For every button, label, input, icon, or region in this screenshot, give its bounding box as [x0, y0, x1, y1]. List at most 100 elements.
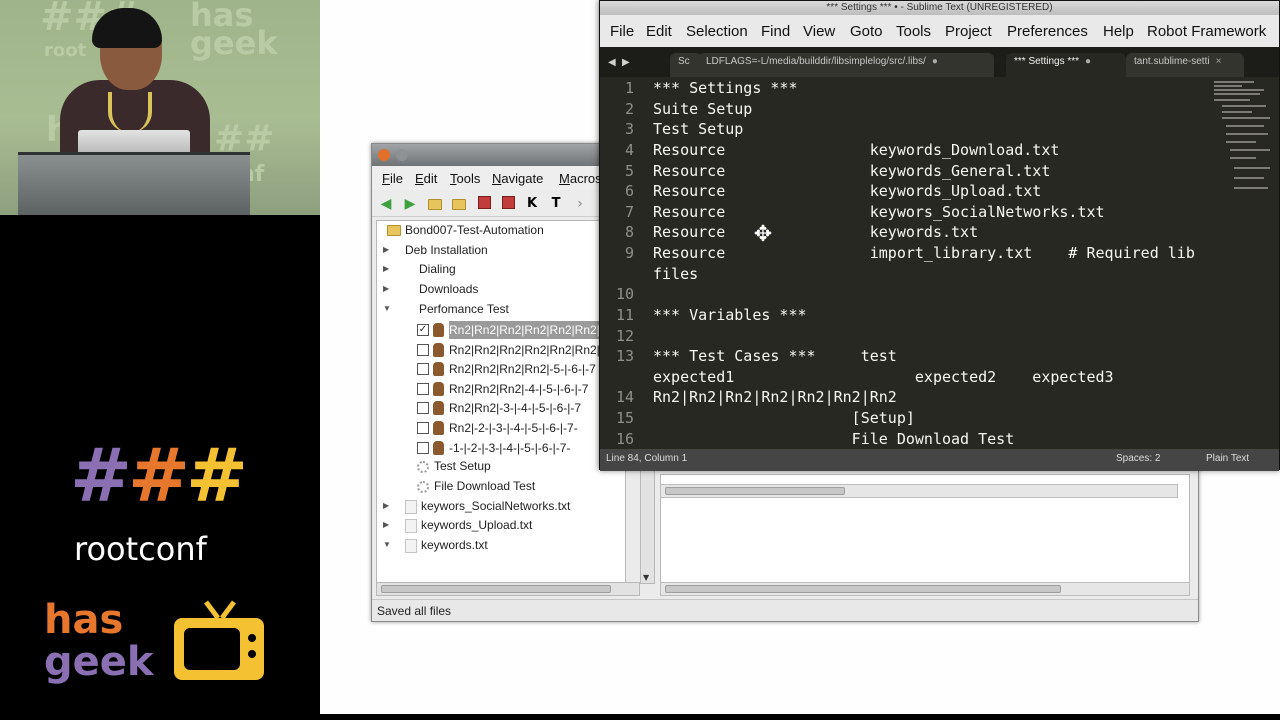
open-folder-icon[interactable] — [428, 196, 444, 212]
close-icon[interactable] — [378, 149, 390, 161]
sublime-window[interactable]: *** Settings *** • - Sublime Text (UNREG… — [599, 0, 1280, 471]
expand-icon[interactable]: ▶ — [383, 260, 389, 278]
test-case-row[interactable]: Rn2|Rn2|Rn2|Rn2|-5-|-6-|-7 — [417, 359, 599, 377]
test-case-checkbox[interactable]: ✓ — [417, 323, 429, 336]
minimap[interactable] — [1212, 77, 1274, 449]
robot-icon — [433, 440, 444, 455]
menu-macros[interactable]: Macros — [559, 171, 602, 186]
code-editor[interactable]: 1 *** Settings *** 2 Suite Setup 3 Test Set… — [600, 77, 1206, 449]
menu-edit[interactable]: Edit — [646, 23, 672, 40]
menu-project[interactable]: Project — [945, 23, 992, 40]
code-line[interactable]: Resource import_library.txt # Required l… — [653, 244, 1195, 262]
code-line[interactable]: Resource keywords_General.txt — [653, 162, 1050, 180]
code-line[interactable]: *** Variables *** — [653, 306, 807, 324]
tree-item-downloads[interactable]: ▶ Downloads — [383, 280, 478, 298]
forward-arrow-icon[interactable]: ▶ — [402, 196, 418, 212]
test-case-row[interactable]: Rn2|Rn2|-3-|-4-|-5-|-6-|-7 — [417, 398, 599, 416]
keyword-item-file-download-test[interactable]: File Download Test — [417, 477, 535, 495]
ride-project-tree[interactable]: Bond007-Test-Automation ▶ Deb Installatio… — [376, 220, 626, 584]
code-line[interactable]: [Setup] — [653, 409, 915, 427]
menu-preferences[interactable]: Preferences — [1007, 23, 1088, 40]
expand-icon[interactable]: ▶ — [383, 497, 389, 515]
tab-settings[interactable]: *** Settings *** ● — [1006, 53, 1126, 77]
code-line[interactable]: Test Setup — [653, 120, 743, 138]
tab-ldflags[interactable]: LDFLAGS=-L/media/builddir/libsimplelog/s… — [698, 53, 994, 77]
keyword-item-test-setup[interactable]: Test Setup — [417, 457, 491, 475]
syntax-setting[interactable]: Plain Text — [1206, 453, 1249, 464]
test-case-checkbox[interactable] — [417, 401, 429, 414]
editor-horizontal-scrollbar[interactable] — [660, 484, 1178, 498]
code-line[interactable]: Resource keywords.txt — [653, 223, 978, 241]
minimize-icon[interactable] — [396, 149, 408, 161]
line-number: 14 — [615, 388, 634, 406]
menu-robot-framework[interactable]: Robot Framework — [1147, 23, 1266, 40]
tab-sublime-settings[interactable]: tant.sublime-setti × — [1126, 53, 1244, 77]
code-line[interactable]: Suite Setup — [653, 100, 752, 118]
tab-nav-right-icon[interactable]: ▶ — [622, 57, 630, 68]
code-line[interactable]: Rn2|Rn2|Rn2|Rn2|Rn2|Rn2|Rn2 — [653, 388, 897, 406]
code-line[interactable]: File Download Test — [653, 430, 1015, 448]
move-cursor-icon: ✥ — [753, 222, 773, 247]
test-case-checkbox[interactable] — [417, 382, 429, 395]
save-icon[interactable] — [476, 196, 492, 212]
test-case-row[interactable]: Rn2|-2-|-3-|-4-|-5-|-6-|-7- — [417, 418, 599, 436]
test-case-row[interactable]: Rn2|Rn2|Rn2|Rn2|Rn2|Rn2|-6-| — [417, 340, 599, 358]
menu-find[interactable]: Find — [761, 23, 790, 40]
indentation-setting[interactable]: Spaces: 2 — [1116, 453, 1160, 464]
collapse-icon[interactable]: ▼ — [383, 536, 391, 554]
tab-nav-left-icon[interactable]: ◀ — [608, 57, 616, 68]
expand-icon[interactable]: ▶ — [383, 280, 389, 298]
resource-file-item[interactable]: ▶ keywords_Upload.txt — [383, 516, 532, 534]
test-case-checkbox[interactable] — [417, 343, 429, 356]
menu-goto[interactable]: Goto — [850, 23, 883, 40]
close-icon[interactable]: × — [1216, 56, 1222, 67]
menu-help[interactable]: Help — [1103, 23, 1134, 40]
tree-item-dialing[interactable]: ▶ Dialing — [383, 260, 456, 278]
scroll-thumb[interactable] — [381, 585, 611, 593]
test-case-checkbox[interactable] — [417, 441, 429, 454]
test-case-checkbox[interactable] — [417, 362, 429, 375]
code-line[interactable]: *** Settings *** — [653, 79, 798, 97]
resource-file-item[interactable]: ▼ keywords.txt — [383, 536, 488, 554]
tree-item-deb-installation[interactable]: ▶ Deb Installation — [383, 241, 488, 259]
collapse-icon[interactable]: ▼ — [383, 300, 391, 318]
sublime-titlebar[interactable]: *** Settings *** • - Sublime Text (UNREG… — [600, 1, 1279, 15]
menu-navigate[interactable]: Navigate — [492, 171, 543, 186]
code-line[interactable]: Resource keywords_Upload.txt — [653, 182, 1041, 200]
more-icon[interactable]: › — [572, 196, 588, 212]
scroll-thumb[interactable] — [665, 585, 1061, 593]
scroll-down-icon[interactable]: ▼ — [643, 573, 649, 582]
expand-icon[interactable]: ▶ — [383, 516, 389, 534]
test-case-row[interactable]: -1-|-2-|-3-|-4-|-5-|-6-|-7- — [417, 438, 599, 456]
scroll-thumb[interactable] — [665, 487, 845, 495]
menu-file[interactable]: File — [382, 171, 403, 186]
menu-selection[interactable]: Selection — [686, 23, 748, 40]
modified-dot-icon[interactable]: ● — [1085, 56, 1091, 67]
test-search-icon[interactable]: T — [548, 196, 564, 212]
test-case-row[interactable]: ✓ Rn2|Rn2|Rn2|Rn2|Rn2|Rn2|Rn2 — [417, 320, 599, 339]
save-all-icon[interactable] — [500, 196, 516, 212]
resource-file-item[interactable]: ▶ keywors_SocialNetworks.txt — [383, 497, 570, 515]
code-line[interactable]: files — [653, 265, 698, 283]
modified-dot-icon[interactable]: ● — [932, 56, 938, 67]
menu-file[interactable]: File — [610, 23, 634, 40]
code-line[interactable]: Resource keywors_SocialNetworks.txt — [653, 203, 1105, 221]
menu-view[interactable]: View — [803, 23, 835, 40]
tree-horizontal-scrollbar[interactable] — [376, 582, 640, 596]
expand-icon[interactable]: ▶ — [383, 241, 389, 259]
editor-horizontal-scrollbar-bottom[interactable] — [660, 582, 1190, 596]
code-line[interactable]: expected1 expected2 expected3 — [653, 368, 1114, 386]
menu-edit[interactable]: Edit — [415, 171, 437, 186]
menu-tools[interactable]: Tools — [450, 171, 480, 186]
keyword-search-icon[interactable]: K — [524, 196, 540, 212]
code-line[interactable]: Resource keywords_Download.txt — [653, 141, 1059, 159]
hasgeek-logo: has geek — [44, 598, 274, 698]
tree-item-performance-test[interactable]: ▼ Perfomance Test — [383, 300, 509, 318]
code-line[interactable]: *** Test Cases *** test — [653, 347, 897, 365]
open-dir-icon[interactable] — [452, 196, 468, 212]
test-case-checkbox[interactable] — [417, 421, 429, 434]
tree-root[interactable]: Bond007-Test-Automation — [387, 221, 544, 239]
back-arrow-icon[interactable]: ◀ — [378, 196, 394, 212]
menu-tools[interactable]: Tools — [896, 23, 931, 40]
test-case-row[interactable]: Rn2|Rn2|Rn2|-4-|-5-|-6-|-7 — [417, 379, 599, 397]
